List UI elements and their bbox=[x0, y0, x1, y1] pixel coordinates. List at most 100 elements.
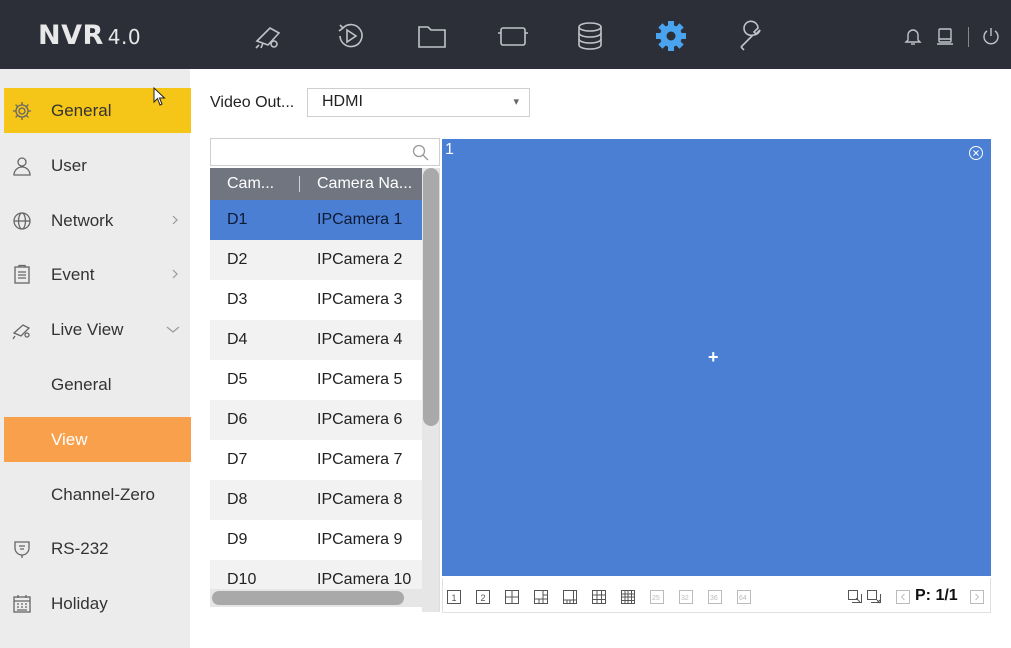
camera-row[interactable]: D1 IPCamera 1 bbox=[210, 200, 422, 240]
camera-name: IPCamera 10 bbox=[317, 571, 412, 588]
stop-all-preview-icon[interactable] bbox=[867, 590, 881, 604]
camera-list-horizontal-scrollbar[interactable] bbox=[210, 589, 422, 607]
camera-row[interactable]: D6 IPCamera 6 bbox=[210, 400, 422, 440]
live-view-icon bbox=[11, 319, 33, 341]
camera-live-view-icon[interactable] bbox=[248, 17, 286, 55]
search-icon[interactable] bbox=[412, 144, 429, 161]
layout-8-button[interactable] bbox=[563, 590, 577, 604]
maintenance-wrench-icon[interactable] bbox=[733, 17, 771, 55]
sidebar-item-user[interactable]: User bbox=[4, 143, 191, 188]
layout-32-button[interactable]: 32 bbox=[679, 590, 693, 604]
camera-name: IPCamera 2 bbox=[317, 251, 403, 268]
layout-64-button[interactable]: 64 bbox=[737, 590, 751, 604]
camera-id: D9 bbox=[227, 531, 248, 548]
camera-name: IPCamera 1 bbox=[317, 211, 403, 228]
camera-row[interactable]: D7 IPCamera 7 bbox=[210, 440, 422, 480]
layout-4-button[interactable] bbox=[505, 590, 519, 604]
playback-icon[interactable] bbox=[331, 17, 369, 55]
storage-icon[interactable] bbox=[571, 17, 609, 55]
topbar-separator bbox=[968, 27, 969, 47]
layout-9-button[interactable] bbox=[592, 590, 606, 604]
camera-row[interactable]: D3 IPCamera 3 bbox=[210, 280, 422, 320]
app-logo: NVR 4.0 bbox=[38, 20, 141, 51]
sidebar-item-live-view[interactable]: Live View bbox=[4, 307, 191, 352]
column-header-camera-name[interactable]: Camera Na... bbox=[317, 175, 412, 193]
camera-list: Cam... Camera Na... D1 IPCamera 1 D2 IPCam… bbox=[210, 168, 440, 612]
camera-list-vertical-scrollbar[interactable] bbox=[422, 168, 439, 612]
video-output-value: HDMI bbox=[322, 93, 363, 110]
layout-6-button[interactable] bbox=[534, 590, 548, 604]
video-output-label: Video Out... bbox=[210, 94, 295, 111]
close-icon[interactable] bbox=[968, 145, 984, 161]
alarm-icon[interactable] bbox=[934, 25, 956, 47]
top-navigation-bar: NVR 4.0 bbox=[0, 0, 1011, 69]
camera-row[interactable]: D8 IPCamera 8 bbox=[210, 480, 422, 520]
svg-text:1: 1 bbox=[452, 593, 457, 603]
camera-name: IPCamera 7 bbox=[317, 451, 403, 468]
layout-36-button[interactable]: 36 bbox=[708, 590, 722, 604]
camera-name: IPCamera 3 bbox=[317, 291, 403, 308]
sidebar-subitem-view[interactable]: View bbox=[4, 417, 191, 462]
layout-25-button[interactable]: 25 bbox=[650, 590, 664, 604]
page-indicator: P: 1/1 bbox=[915, 587, 958, 604]
file-management-icon[interactable] bbox=[413, 17, 451, 55]
sidebar-item-label: Channel-Zero bbox=[51, 485, 155, 504]
layout-2-button[interactable]: 2 bbox=[476, 590, 490, 604]
scrollbar-thumb[interactable] bbox=[212, 591, 404, 605]
sidebar-item-rs232[interactable]: RS-232 bbox=[4, 526, 191, 571]
camera-id: D2 bbox=[227, 251, 248, 268]
bell-icon[interactable] bbox=[902, 25, 924, 47]
sidebar-subitem-channel-zero[interactable]: Channel-Zero bbox=[4, 472, 191, 517]
chevron-down-icon bbox=[164, 320, 182, 338]
add-camera-plus-icon[interactable]: + bbox=[708, 347, 719, 368]
previous-page-icon[interactable] bbox=[896, 590, 910, 604]
camera-row[interactable]: D5 IPCamera 5 bbox=[210, 360, 422, 400]
rs232-icon bbox=[11, 538, 33, 560]
next-page-icon[interactable] bbox=[970, 590, 984, 604]
layout-1-button[interactable]: 1 bbox=[447, 590, 461, 604]
power-icon[interactable] bbox=[980, 25, 1002, 47]
window-number: 1 bbox=[445, 141, 454, 158]
camera-row[interactable]: D2 IPCamera 2 bbox=[210, 240, 422, 280]
camera-name: IPCamera 9 bbox=[317, 531, 403, 548]
camera-id: D6 bbox=[227, 411, 248, 428]
mouse-cursor-icon bbox=[153, 87, 166, 106]
sidebar-item-label: Event bbox=[51, 265, 95, 284]
chevron-down-icon: ▾ bbox=[513, 96, 519, 108]
sidebar-item-network[interactable]: Network bbox=[4, 198, 191, 243]
sidebar: General User Network Event Live View Gen… bbox=[0, 69, 191, 648]
camera-row[interactable]: D4 IPCamera 4 bbox=[210, 320, 422, 360]
sidebar-item-event[interactable]: Event bbox=[4, 252, 191, 297]
sidebar-item-label: View bbox=[51, 430, 88, 449]
smart-analysis-icon[interactable] bbox=[494, 17, 532, 55]
camera-name: IPCamera 4 bbox=[317, 331, 403, 348]
sidebar-item-label: Live View bbox=[51, 320, 124, 339]
logo-main: NVR bbox=[38, 20, 104, 51]
calendar-icon bbox=[11, 593, 33, 615]
gear-icon bbox=[11, 100, 33, 122]
gear-icon[interactable] bbox=[652, 17, 690, 55]
sidebar-item-label: Network bbox=[51, 211, 114, 230]
start-all-preview-icon[interactable] bbox=[848, 590, 862, 604]
column-header-camera-no[interactable]: Cam... bbox=[227, 175, 274, 193]
video-output-select[interactable]: HDMI ▾ bbox=[307, 88, 530, 117]
camera-name: IPCamera 8 bbox=[317, 491, 403, 508]
svg-text:32: 32 bbox=[681, 595, 689, 602]
scrollbar-thumb[interactable] bbox=[423, 168, 439, 426]
camera-id: D4 bbox=[227, 331, 248, 348]
preview-window[interactable]: 1 + bbox=[442, 139, 991, 576]
sidebar-item-label: Holiday bbox=[51, 594, 108, 613]
camera-search-input[interactable] bbox=[215, 142, 400, 162]
sidebar-item-label: User bbox=[51, 156, 87, 175]
camera-id: D5 bbox=[227, 371, 248, 388]
logo-version: 4.0 bbox=[107, 25, 142, 49]
chevron-right-icon bbox=[168, 265, 182, 283]
sidebar-item-label: RS-232 bbox=[51, 539, 109, 558]
camera-row[interactable]: D9 IPCamera 9 bbox=[210, 520, 422, 560]
svg-text:25: 25 bbox=[652, 595, 660, 602]
sidebar-item-holiday[interactable]: Holiday bbox=[4, 581, 191, 626]
layout-16-button[interactable] bbox=[621, 590, 635, 604]
camera-id: D3 bbox=[227, 291, 248, 308]
svg-text:36: 36 bbox=[710, 595, 718, 602]
sidebar-subitem-general[interactable]: General bbox=[4, 362, 191, 407]
